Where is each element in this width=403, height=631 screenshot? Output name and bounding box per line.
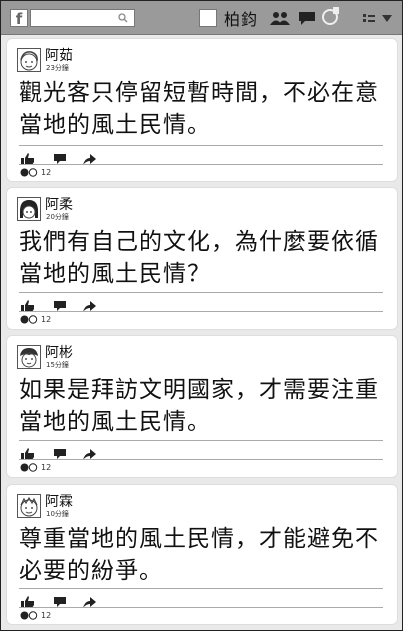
post-card: 阿柔 20分鐘 我們有自己的文化，為什麼要依循當地的風土民情？ 12	[6, 187, 398, 330]
share-icon[interactable]	[83, 445, 96, 464]
divider	[19, 607, 383, 608]
notifications-icon[interactable]	[321, 6, 341, 26]
post-time: 20分鐘	[46, 213, 69, 221]
post-text: 我們有自己的文化，為什麼要依循當地的風土民情？	[19, 229, 379, 287]
divider	[19, 145, 383, 146]
search-icon	[118, 13, 128, 23]
settings-icon[interactable]	[363, 14, 375, 23]
avatar	[17, 197, 41, 221]
divider	[19, 164, 383, 165]
reaction-count: 12	[41, 611, 52, 620]
search-input[interactable]	[30, 9, 135, 27]
like-icon[interactable]	[21, 593, 35, 612]
avatar	[17, 494, 41, 518]
comment-icon[interactable]	[54, 593, 66, 612]
share-icon[interactable]	[83, 150, 96, 169]
post-time: 15分鐘	[46, 361, 69, 369]
chevron-down-icon[interactable]	[382, 15, 392, 22]
like-icon[interactable]	[21, 297, 35, 316]
post-card: 阿茹 23分鐘 觀光客只停留短暫時間，不必在意當地的風土民情。 12	[6, 38, 398, 182]
reactions-icon	[20, 168, 38, 177]
post-card: 阿彬 15分鐘 如果是拜訪文明國家，才需要注重當地的風土民情。 12	[6, 335, 398, 478]
friends-icon[interactable]	[269, 11, 291, 25]
app-frame: f 柏鈞 阿茹 23分鐘 觀光客只停留短暫時間，不必在意當地的風土民情。 12 …	[0, 0, 403, 631]
reactions-icon	[20, 315, 38, 324]
post-text: 尊重當地的風土民情，才能避免不必要的紛爭。	[19, 526, 379, 584]
post-author[interactable]: 阿霖	[45, 491, 73, 511]
share-icon[interactable]	[83, 297, 96, 316]
user-name[interactable]: 柏鈞	[224, 6, 258, 30]
post-author[interactable]: 阿茹	[45, 45, 73, 65]
post-time: 10分鐘	[46, 510, 69, 518]
share-icon[interactable]	[83, 593, 96, 612]
logo-icon[interactable]: f	[10, 9, 28, 28]
reaction-count: 12	[41, 168, 52, 177]
reaction-count: 12	[41, 463, 52, 472]
comment-icon[interactable]	[54, 445, 66, 464]
divider	[19, 588, 383, 589]
top-bar: f 柏鈞	[1, 1, 402, 35]
reactions-icon	[20, 611, 38, 620]
avatar	[17, 345, 41, 369]
post-text: 如果是拜訪文明國家，才需要注重當地的風土民情。	[19, 377, 379, 435]
like-icon[interactable]	[21, 445, 35, 464]
post-card: 阿霖 10分鐘 尊重當地的風土民情，才能避免不必要的紛爭。 12	[6, 484, 398, 625]
divider	[19, 311, 383, 312]
avatar	[17, 48, 41, 72]
post-author[interactable]: 阿柔	[45, 194, 73, 214]
comment-icon[interactable]	[54, 297, 66, 316]
divider	[19, 292, 383, 293]
like-icon[interactable]	[21, 150, 35, 169]
post-author[interactable]: 阿彬	[45, 342, 73, 362]
messages-icon[interactable]	[298, 11, 316, 25]
post-time: 23分鐘	[46, 64, 69, 72]
divider	[19, 440, 383, 441]
reactions-icon	[20, 463, 38, 472]
reaction-count: 12	[41, 315, 52, 324]
comment-icon[interactable]	[54, 150, 66, 169]
post-text: 觀光客只停留短暫時間，不必在意當地的風土民情。	[19, 80, 379, 138]
divider	[19, 459, 383, 460]
user-avatar[interactable]	[199, 9, 217, 27]
